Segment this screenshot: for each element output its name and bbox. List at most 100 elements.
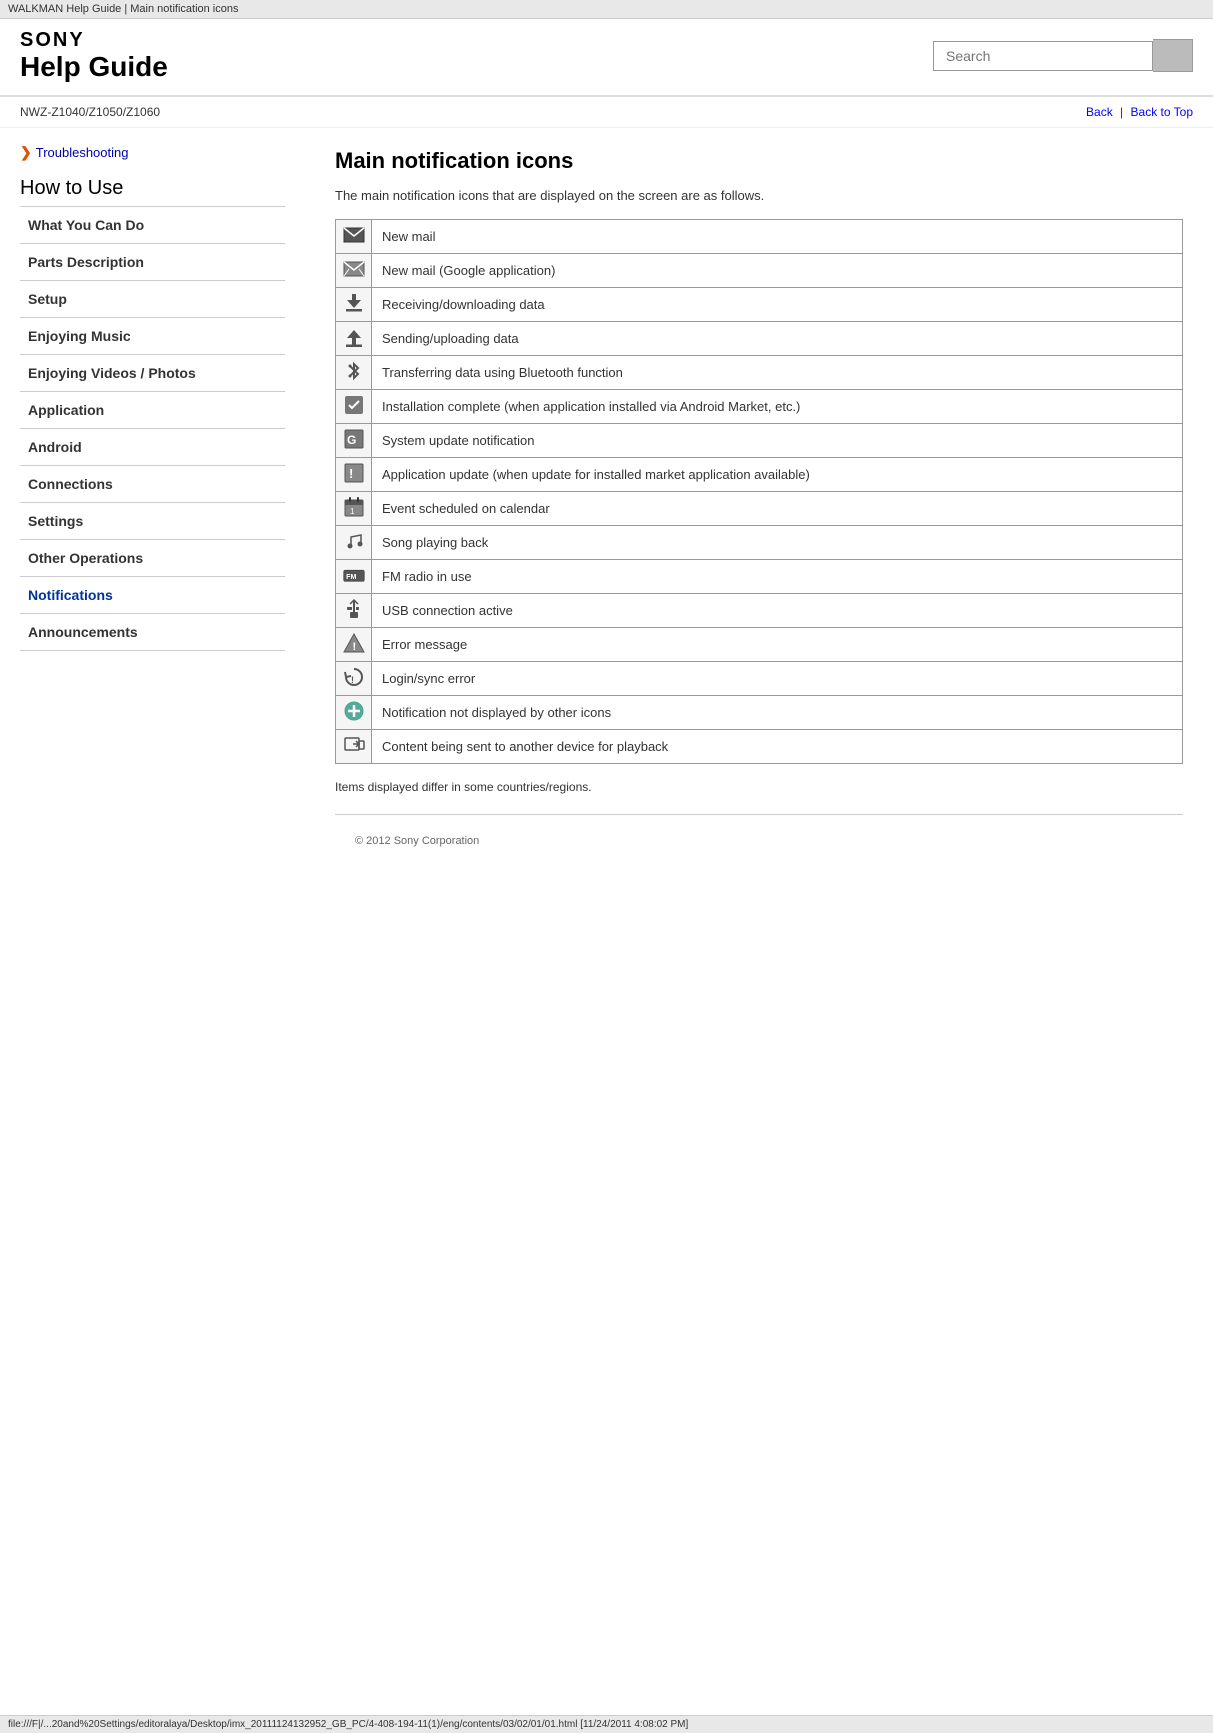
search-input[interactable] <box>933 41 1153 71</box>
icon-cell: ! <box>336 627 372 661</box>
browser-title-bar: WALKMAN Help Guide | Main notification i… <box>0 0 1213 19</box>
system-update-icon: G <box>343 428 365 450</box>
table-row: Notification not displayed by other icon… <box>336 695 1183 729</box>
upload-icon <box>343 326 365 348</box>
icon-cell <box>336 253 372 287</box>
sidebar-link-enjoying-music[interactable]: Enjoying Music <box>20 318 285 354</box>
sidebar-link-announcements[interactable]: Announcements <box>20 614 285 650</box>
table-row: USB connection active <box>336 593 1183 627</box>
icon-cell <box>336 389 372 423</box>
sidebar-link-connections[interactable]: Connections <box>20 466 285 502</box>
sidebar-link-parts-description[interactable]: Parts Description <box>20 244 285 280</box>
more-notifications-icon <box>343 700 365 722</box>
desc-cell: Notification not displayed by other icon… <box>372 695 1183 729</box>
table-row: Receiving/downloading data <box>336 287 1183 321</box>
sidebar-item-setup[interactable]: Setup <box>20 281 285 318</box>
error-icon: ! <box>343 632 365 654</box>
browser-address-bar: file:///F|/...20and%20Settings/editorala… <box>0 1715 1213 1733</box>
sidebar-item-connections[interactable]: Connections <box>20 466 285 503</box>
sidebar-item-announcements[interactable]: Announcements <box>20 614 285 651</box>
content-divider <box>335 814 1183 815</box>
sidebar-link-application[interactable]: Application <box>20 392 285 428</box>
table-row: Content being sent to another device for… <box>336 729 1183 763</box>
sync-error-icon: ! <box>343 666 365 688</box>
copyright-text: © 2012 Sony Corporation <box>335 825 1183 857</box>
desc-cell: Receiving/downloading data <box>372 287 1183 321</box>
sidebar-item-settings[interactable]: Settings <box>20 503 285 540</box>
browser-title: WALKMAN Help Guide | Main notification i… <box>8 3 239 15</box>
sidebar-item-other-operations[interactable]: Other Operations <box>20 540 285 577</box>
icon-cell <box>336 321 372 355</box>
intro-text: The main notification icons that are dis… <box>335 188 1183 203</box>
search-button[interactable] <box>1153 39 1193 72</box>
svg-text:G: G <box>347 433 356 447</box>
page-title: Main notification icons <box>335 148 1183 174</box>
fm-icon: FM <box>343 564 365 586</box>
main-layout: ❯ Troubleshooting How to Use What You Ca… <box>0 128 1213 887</box>
sidebar-link-android[interactable]: Android <box>20 429 285 465</box>
sidebar-item-enjoying-music[interactable]: Enjoying Music <box>20 318 285 355</box>
table-row: New mail (Google application) <box>336 253 1183 287</box>
troubleshooting-label: Troubleshooting <box>36 145 129 160</box>
app-update-icon: ! <box>343 462 365 484</box>
music-icon <box>343 530 365 552</box>
table-row: ! Login/sync error <box>336 661 1183 695</box>
troubleshooting-link[interactable]: ❯ Troubleshooting <box>20 144 285 161</box>
sidebar-link-what-you-can-do[interactable]: What You Can Do <box>20 207 285 243</box>
icon-cell <box>336 525 372 559</box>
icon-cell: G <box>336 423 372 457</box>
icon-cell: ! <box>336 661 372 695</box>
icon-cell <box>336 355 372 389</box>
icon-cell: 1 <box>336 491 372 525</box>
sidebar-item-notifications[interactable]: Notifications <box>20 577 285 614</box>
subheader-nav: Back | Back to Top <box>1086 105 1193 119</box>
desc-cell: New mail <box>372 219 1183 253</box>
icon-cell <box>336 695 372 729</box>
sidebar: ❯ Troubleshooting How to Use What You Ca… <box>0 128 305 887</box>
site-header: SONY Help Guide <box>0 19 1213 97</box>
back-link[interactable]: Back <box>1086 105 1113 119</box>
icon-cell <box>336 593 372 627</box>
table-row: New mail <box>336 219 1183 253</box>
sidebar-item-parts-description[interactable]: Parts Description <box>20 244 285 281</box>
sidebar-item-enjoying-videos-photos[interactable]: Enjoying Videos / Photos <box>20 355 285 392</box>
desc-cell: System update notification <box>372 423 1183 457</box>
table-row: ! Error message <box>336 627 1183 661</box>
sidebar-link-enjoying-videos-photos[interactable]: Enjoying Videos / Photos <box>20 355 285 391</box>
how-to-use-heading: How to Use <box>20 177 285 207</box>
header-logo-area: SONY Help Guide <box>20 29 168 83</box>
back-to-top-link[interactable]: Back to Top <box>1131 105 1193 119</box>
svg-text:!: ! <box>349 466 353 481</box>
table-row: Song playing back <box>336 525 1183 559</box>
browser-timestamp: [11/24/2011 4:08:02 PM] <box>580 1719 688 1730</box>
sidebar-item-android[interactable]: Android <box>20 429 285 466</box>
address-bar-text: file:///F|/...20and%20Settings/editorala… <box>8 1719 577 1730</box>
desc-cell: USB connection active <box>372 593 1183 627</box>
desc-cell: Content being sent to another device for… <box>372 729 1183 763</box>
subheader: NWZ-Z1040/Z1050/Z1060 Back | Back to Top <box>0 97 1213 128</box>
table-row: Installation complete (when application … <box>336 389 1183 423</box>
table-row: ! Application update (when update for in… <box>336 457 1183 491</box>
download-icon <box>343 292 365 314</box>
desc-cell: Sending/uploading data <box>372 321 1183 355</box>
mail-icon <box>343 224 365 246</box>
desc-cell: Application update (when update for inst… <box>372 457 1183 491</box>
sidebar-item-what-you-can-do[interactable]: What You Can Do <box>20 207 285 244</box>
sidebar-link-settings[interactable]: Settings <box>20 503 285 539</box>
sidebar-link-notifications[interactable]: Notifications <box>20 577 285 613</box>
icon-cell <box>336 729 372 763</box>
icon-cell <box>336 287 372 321</box>
troubleshooting-arrow-icon: ❯ <box>20 144 32 161</box>
sidebar-item-application[interactable]: Application <box>20 392 285 429</box>
usb-icon <box>343 598 365 620</box>
table-row: 1 Event scheduled on calendar <box>336 491 1183 525</box>
desc-cell: Transferring data using Bluetooth functi… <box>372 355 1183 389</box>
svg-text:!: ! <box>351 675 354 685</box>
svg-text:FM: FM <box>346 574 356 581</box>
header-search-area <box>933 39 1193 72</box>
sidebar-link-setup[interactable]: Setup <box>20 281 285 317</box>
svg-text:!: ! <box>352 641 356 653</box>
sidebar-link-other-operations[interactable]: Other Operations <box>20 540 285 576</box>
main-content: Main notification icons The main notific… <box>305 128 1213 887</box>
desc-cell: Song playing back <box>372 525 1183 559</box>
